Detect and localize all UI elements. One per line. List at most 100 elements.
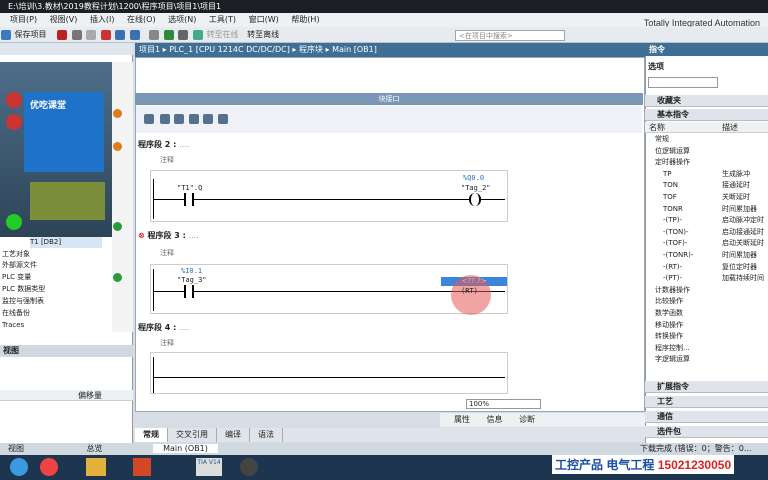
tab-compile[interactable]: 编译 xyxy=(217,428,250,442)
instruction-item[interactable]: -(PT)- 加载持续时间 xyxy=(651,273,766,285)
diagnostics-tab[interactable]: 诊断 xyxy=(519,415,535,424)
paste-icon[interactable] xyxy=(86,30,97,40)
cursor-highlight xyxy=(451,275,491,315)
instruction-name: 常规 xyxy=(655,135,669,143)
breadcrumb-project[interactable]: 项目1 xyxy=(139,45,160,54)
extended-instructions-header[interactable]: 扩展指令 xyxy=(645,381,768,393)
options-field[interactable] xyxy=(648,77,718,88)
powerpoint-icon[interactable] xyxy=(133,458,151,476)
instruction-item[interactable]: TON 接通延时 xyxy=(651,180,766,192)
network-2-title[interactable]: 程序段 2 : .... xyxy=(138,139,189,151)
favorites-header[interactable]: 收藏夹 xyxy=(645,95,768,107)
instruction-item[interactable]: 比较操作 xyxy=(651,296,766,308)
tree-item-traces[interactable]: Traces xyxy=(2,320,24,331)
tab-syntax[interactable]: 语法 xyxy=(250,428,283,442)
go-offline-button[interactable]: 转至离线 xyxy=(247,30,279,39)
contact-tag3[interactable] xyxy=(184,285,194,298)
watermark: 工控产品 电气工程 15021230050 xyxy=(552,455,735,474)
menu-help[interactable]: 帮助(H) xyxy=(291,15,319,24)
no-contact-icon[interactable] xyxy=(144,114,154,124)
breadcrumb-main[interactable]: Main [OB1] xyxy=(332,45,377,54)
save-icon[interactable] xyxy=(1,30,11,40)
chrome-icon[interactable] xyxy=(40,458,58,476)
properties-tab[interactable]: 属性 xyxy=(454,415,470,424)
instruction-item[interactable]: 计数器操作 xyxy=(651,285,766,297)
compile-icon[interactable] xyxy=(149,30,160,40)
taskbar-main-ob1[interactable]: Main (OB1) xyxy=(153,444,218,453)
instruction-item[interactable]: 常规 xyxy=(651,134,766,146)
network-4-comment[interactable]: 注释 xyxy=(160,338,174,348)
start-icon[interactable] xyxy=(10,458,28,476)
technology-header[interactable]: 工艺 xyxy=(645,396,768,408)
upload-icon[interactable] xyxy=(178,30,189,40)
instruction-item[interactable]: -(TOF)- 启动关断延时 xyxy=(651,238,766,250)
instruction-item[interactable]: 移动操作 xyxy=(651,320,766,332)
camera-icon[interactable] xyxy=(240,458,258,476)
tree-item-online-backup[interactable]: 在线备份 xyxy=(2,308,30,319)
instruction-item[interactable]: 字逻辑运算 xyxy=(651,354,766,366)
nc-contact-icon[interactable] xyxy=(159,114,170,124)
detail-view-header[interactable]: 视图 xyxy=(0,345,133,357)
overview-button[interactable]: 总览 xyxy=(87,444,103,453)
instruction-item[interactable]: 定时器操作 xyxy=(651,157,766,169)
folder-icon[interactable] xyxy=(86,458,106,476)
menu-insert[interactable]: 插入(I) xyxy=(90,15,115,24)
tab-cross-ref[interactable]: 交叉引用 xyxy=(168,428,217,442)
menu-window[interactable]: 窗口(W) xyxy=(249,15,279,24)
redo-icon[interactable] xyxy=(129,30,140,40)
tree-item-plc-tags[interactable]: PLC 变量 xyxy=(2,272,31,283)
portal-view-button[interactable]: 视图 xyxy=(8,444,24,453)
zoom-select[interactable]: 100% xyxy=(466,399,541,409)
instruction-item[interactable]: 位逻辑运算 xyxy=(651,146,766,158)
instruction-item[interactable]: -(TONR)- 时间累加器 xyxy=(651,250,766,262)
instruction-item[interactable]: 转换操作 xyxy=(651,331,766,343)
simulate-icon[interactable] xyxy=(193,30,204,40)
menu-online[interactable]: 在线(O) xyxy=(127,15,156,24)
block-interface-bar[interactable]: 块接口 xyxy=(135,93,643,105)
search-input[interactable]: <在项目中搜索> xyxy=(455,30,565,41)
tab-general[interactable]: 常规 xyxy=(135,428,168,442)
instruction-item[interactable]: -(TP)- 启动脉冲定时 xyxy=(651,215,766,227)
tree-item-tech-objects[interactable]: 工艺对象 xyxy=(2,249,30,260)
undo-icon[interactable] xyxy=(115,30,126,40)
coil-tag2[interactable] xyxy=(469,193,481,206)
network-3-comment[interactable]: 注释 xyxy=(160,248,174,258)
tree-item-db[interactable]: T1 [DB2] xyxy=(30,237,102,248)
save-project-button[interactable]: 保存项目 xyxy=(15,30,47,39)
contact-t1q[interactable] xyxy=(184,193,194,206)
cut-icon[interactable] xyxy=(57,30,68,40)
network-3-title[interactable]: ⊗ 程序段 3 : .... xyxy=(138,230,199,242)
instruction-item[interactable]: -(TON)- 启动接通延时 xyxy=(651,227,766,239)
empty-box-icon[interactable] xyxy=(188,114,199,124)
network-2-comment[interactable]: 注释 xyxy=(160,155,174,165)
option-packages-header[interactable]: 选件包 xyxy=(645,426,768,438)
delete-icon[interactable] xyxy=(100,30,111,40)
instruction-item[interactable]: -(RT)- 复位定时器 xyxy=(651,262,766,274)
menu-tools[interactable]: 工具(T) xyxy=(209,15,236,24)
instruction-item[interactable]: 数学函数 xyxy=(651,308,766,320)
coil-icon[interactable] xyxy=(174,114,185,124)
info-tab[interactable]: 信息 xyxy=(487,415,503,424)
breadcrumb-plc[interactable]: PLC_1 [CPU 1214C DC/DC/DC] xyxy=(169,45,290,54)
basic-instructions-header[interactable]: 基本指令 xyxy=(645,109,768,121)
go-online-button[interactable]: 转至在线 xyxy=(207,30,239,39)
tree-item-plc-datatypes[interactable]: PLC 数据类型 xyxy=(2,284,45,295)
network-4-title[interactable]: 程序段 4 : .... xyxy=(138,322,189,334)
menu-view[interactable]: 视图(V) xyxy=(50,15,78,24)
close-branch-icon[interactable] xyxy=(217,114,228,124)
download-icon[interactable] xyxy=(163,30,174,40)
open-branch-icon[interactable] xyxy=(203,114,214,124)
communication-header[interactable]: 通信 xyxy=(645,411,768,423)
copy-icon[interactable] xyxy=(71,30,82,40)
menu-project[interactable]: 项目(P) xyxy=(10,15,37,24)
instruction-item[interactable]: TP 生成脉冲 xyxy=(651,169,766,181)
tia-portal-icon[interactable]: TIA V14 xyxy=(196,458,222,476)
menu-options[interactable]: 选项(N) xyxy=(168,15,196,24)
tree-item-external-source[interactable]: 外部源文件 xyxy=(2,260,37,271)
instruction-item[interactable]: TONR 时间累加器 xyxy=(651,204,766,216)
instruction-item[interactable]: 程序控制... xyxy=(651,343,766,355)
instruction-item[interactable]: TOF 关断延时 xyxy=(651,192,766,204)
rt-coil[interactable]: (RT) xyxy=(461,287,478,295)
breadcrumb-blocks[interactable]: 程序块 xyxy=(299,45,323,54)
tree-item-watch-tables[interactable]: 监控与强制表 xyxy=(2,296,44,307)
